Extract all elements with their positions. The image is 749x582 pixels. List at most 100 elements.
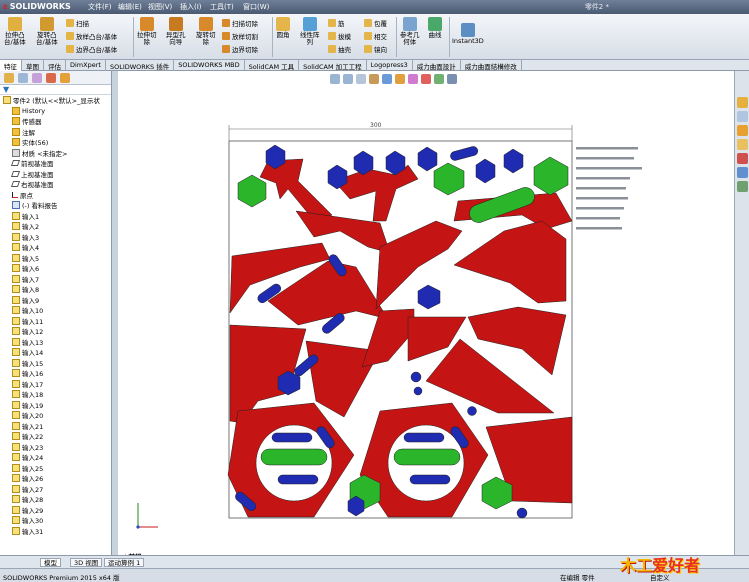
tab-evaluate[interactable]: 评估 — [44, 60, 66, 71]
tree-item-sketch[interactable]: 输入21 — [0, 421, 111, 432]
boundary-boss-button[interactable]: 边界凸台/基体 — [66, 44, 117, 54]
file-explorer-icon[interactable] — [736, 139, 748, 150]
tab-features[interactable]: 特征 — [0, 60, 22, 71]
linear-pattern-button[interactable]: 线性阵 列 — [300, 17, 320, 46]
home-icon[interactable] — [736, 97, 748, 108]
zoom-fit-icon[interactable] — [330, 74, 340, 84]
tree-item-origin[interactable]: 原点 — [0, 190, 111, 201]
tree-item-sketch[interactable]: 输入11 — [0, 316, 111, 327]
view-orientation-icon[interactable] — [382, 74, 392, 84]
graphics-area[interactable]: 300 — [118, 71, 734, 555]
tree-item-sketch[interactable]: 输入13 — [0, 337, 111, 348]
tree-item-sketch[interactable]: 输入8 — [0, 284, 111, 295]
wrap-button[interactable]: 包覆 — [364, 18, 387, 28]
previous-view-icon[interactable] — [356, 74, 366, 84]
revolve-cut-button[interactable]: 旋转切 除 — [196, 17, 216, 46]
tree-item-sketch[interactable]: 输入22 — [0, 431, 111, 442]
tab-addins[interactable]: SOLIDWORKS 插件 — [106, 60, 175, 71]
extrude-cut-button[interactable]: 拉伸切 除 — [137, 17, 157, 46]
tab-3d-views[interactable]: 3D 视图 — [70, 558, 103, 567]
hole-wizard-button[interactable]: 异型孔 向导 — [166, 17, 186, 46]
shell-button[interactable]: 抽壳 — [328, 44, 351, 54]
display-manager-icon[interactable] — [60, 73, 70, 83]
tree-item-sensors[interactable]: 传感器 — [0, 116, 111, 127]
curves-button[interactable]: 曲线 — [428, 17, 442, 39]
tree-item-sketch[interactable]: 输入12 — [0, 326, 111, 337]
tab-dimxpert[interactable]: DimXpert — [66, 60, 106, 71]
appearances-icon[interactable] — [736, 153, 748, 164]
tree-item-sketch[interactable]: 输入30 — [0, 515, 111, 526]
configuration-manager-icon[interactable] — [32, 73, 42, 83]
draft-button[interactable]: 拔模 — [328, 31, 351, 41]
view-settings-icon[interactable] — [447, 74, 457, 84]
tree-item-sketch[interactable]: 输入7 — [0, 274, 111, 285]
instant3d-button[interactable]: Instant3D — [452, 23, 484, 45]
tab-model[interactable]: 模型 — [40, 558, 61, 567]
tree-item-sketch[interactable]: 输入2 — [0, 221, 111, 232]
hide-show-icon[interactable] — [408, 74, 418, 84]
tree-item-sketch[interactable]: 输入20 — [0, 410, 111, 421]
resources-icon[interactable] — [736, 111, 748, 122]
boss-extrude-button[interactable]: 拉伸凸 台/基体 — [4, 17, 26, 46]
forum-icon[interactable] — [736, 181, 748, 192]
menu-view[interactable]: 视图(V) — [148, 2, 172, 12]
tab-logopress[interactable]: Logopress3 — [367, 60, 413, 71]
tree-item-solid-bodies[interactable]: 实体(56) — [0, 137, 111, 148]
sweep-cut-button[interactable]: 扫描切除 — [222, 18, 258, 28]
appearance-icon[interactable] — [421, 74, 431, 84]
tree-item-sketch[interactable]: 输入4 — [0, 242, 111, 253]
mirror-button[interactable]: 镜向 — [364, 44, 387, 54]
tree-item-sketch[interactable]: 输入1 — [0, 211, 111, 222]
tree-item-sketch[interactable]: 输入14 — [0, 347, 111, 358]
menu-tools[interactable]: 工具(T) — [210, 2, 234, 12]
tree-item-sketch[interactable]: 输入23 — [0, 442, 111, 453]
tree-item-top-plane[interactable]: 上视基准面 — [0, 169, 111, 180]
tree-item-sketch[interactable]: 输入3 — [0, 232, 111, 243]
section-view-icon[interactable] — [369, 74, 379, 84]
dimxpert-manager-icon[interactable] — [46, 73, 56, 83]
tree-item-right-plane[interactable]: 右视基准面 — [0, 179, 111, 190]
tree-item-sketch[interactable]: 输入27 — [0, 484, 111, 495]
feature-tree-icon[interactable] — [4, 73, 14, 83]
tree-item-sketch[interactable]: 输入5 — [0, 253, 111, 264]
scene-icon[interactable] — [434, 74, 444, 84]
revolve-boss-button[interactable]: 旋转凸 台/基体 — [36, 17, 58, 46]
menu-insert[interactable]: 插入(I) — [180, 2, 202, 12]
tab-sketch[interactable]: 草图 — [22, 60, 44, 71]
design-library-icon[interactable] — [736, 125, 748, 136]
sweep-button[interactable]: 扫描 — [66, 18, 89, 28]
tree-item-front-plane[interactable]: 前视基准面 — [0, 158, 111, 169]
tree-item-sketch[interactable]: 输入18 — [0, 389, 111, 400]
tree-item-sketch[interactable]: 输入10 — [0, 305, 111, 316]
property-manager-icon[interactable] — [18, 73, 28, 83]
loft-cut-button[interactable]: 放样切割 — [222, 31, 258, 41]
fillet-button[interactable]: 圆角 — [276, 17, 290, 39]
tree-item-sketch[interactable]: 输入28 — [0, 494, 111, 505]
tab-solidcam-machining[interactable]: SolidCAM 加工工程 — [299, 60, 367, 71]
tab-surface-design[interactable]: 威力曲面設計 — [413, 60, 461, 71]
tree-item-sketch[interactable]: 输入9 — [0, 295, 111, 306]
tree-item-sketch[interactable]: 输入19 — [0, 400, 111, 411]
tree-item-sketch[interactable]: 输入17 — [0, 379, 111, 390]
tab-solidcam-tools[interactable]: SolidCAM 工具 — [245, 60, 300, 71]
tree-item-material[interactable]: 材质 <未指定> — [0, 148, 111, 159]
tree-item-sketch[interactable]: 输入15 — [0, 358, 111, 369]
intersect-button[interactable]: 相交 — [364, 31, 387, 41]
tree-item-sketch[interactable]: 输入6 — [0, 263, 111, 274]
menu-window[interactable]: 窗口(W) — [243, 2, 269, 12]
menu-edit[interactable]: 编辑(E) — [118, 2, 142, 12]
tree-filter[interactable]: ▼ — [0, 85, 111, 95]
rib-button[interactable]: 筋 — [328, 18, 345, 28]
zoom-area-icon[interactable] — [343, 74, 353, 84]
loft-button[interactable]: 放样凸台/基体 — [66, 31, 117, 41]
reference-geometry-button[interactable]: 参考几 何体 — [400, 17, 420, 46]
tab-motion-study[interactable]: 运动算例 1 — [104, 558, 145, 567]
tab-surface-modify[interactable]: 威力曲面結構修改 — [461, 60, 522, 71]
tree-root[interactable]: 零件2 (默认<<默认>_显示状 — [0, 95, 111, 106]
tree-item-cut-report[interactable]: (-) 看料报告 — [0, 200, 111, 211]
tree-item-annotations[interactable]: 注解 — [0, 127, 111, 138]
tree-item-sketch[interactable]: 输入16 — [0, 368, 111, 379]
menu-file[interactable]: 文件(F) — [88, 2, 112, 12]
tree-item-sketch[interactable]: 输入29 — [0, 505, 111, 516]
display-style-icon[interactable] — [395, 74, 405, 84]
